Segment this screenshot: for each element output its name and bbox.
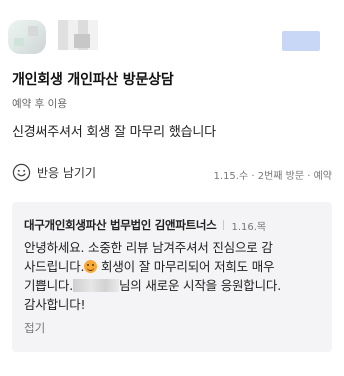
follow-button-blurred[interactable]: [282, 31, 320, 51]
reply-line: 기쁩니다. 님의 새로운 시작을 응원합니다.: [24, 276, 324, 295]
review-body: 신경써주셔서 회생 잘 마무리 했습니다: [12, 125, 216, 140]
reply-line-text: 기쁩니다.: [24, 278, 73, 293]
review-subtitle: 예약 후 이용: [12, 98, 67, 110]
reply-line: 안녕하세요. 소중한 리뷰 남겨주셔서 진심으로 감: [24, 240, 273, 255]
leave-reaction-button[interactable]: 반응 남기기: [12, 163, 96, 182]
visit-meta: 1.15.수 · 2번째 방문 · 예약: [213, 171, 332, 182]
leave-reaction-label: 반응 남기기: [37, 166, 97, 180]
reply-line-text: 사드립니다.: [24, 259, 85, 274]
owner-reply-text: 안녕하세요. 소중한 리뷰 남겨주셔서 진심으로 감 사드립니다. 회생이 잘 …: [24, 238, 324, 314]
review-title: 개인회생 개인파산 방문상담: [12, 72, 174, 88]
reply-line: 사드립니다. 회생이 잘 마무리되어 저희도 매우: [24, 257, 324, 276]
reviewer-stats-blurred: [74, 34, 90, 48]
reply-date: 1.16.목: [231, 221, 267, 233]
smiling-face-emoji-icon: [84, 260, 98, 273]
reply-line-text: 회생이 잘 마무리되어 저희도 매우: [97, 259, 275, 274]
review-header: [0, 0, 344, 60]
business-name: 대구개인회생파산 법무법인 김앤파트너스: [24, 218, 217, 232]
divider: [223, 220, 225, 230]
reply-line-text: 님의 새로운 시작을 응원합니다.: [118, 278, 281, 293]
smile-icon: [12, 163, 31, 182]
owner-reply-header: 대구개인회생파산 법무법인 김앤파트너스 1.16.목: [24, 217, 266, 233]
customer-name-blurred: [72, 279, 119, 292]
reviewer-avatar[interactable]: [8, 20, 46, 54]
collapse-button[interactable]: 접기: [24, 320, 45, 336]
reply-line: 감사합니다!: [24, 297, 86, 312]
owner-reply-box: 대구개인회생파산 법무법인 김앤파트너스 1.16.목 안녕하세요. 소중한 리…: [12, 202, 332, 352]
